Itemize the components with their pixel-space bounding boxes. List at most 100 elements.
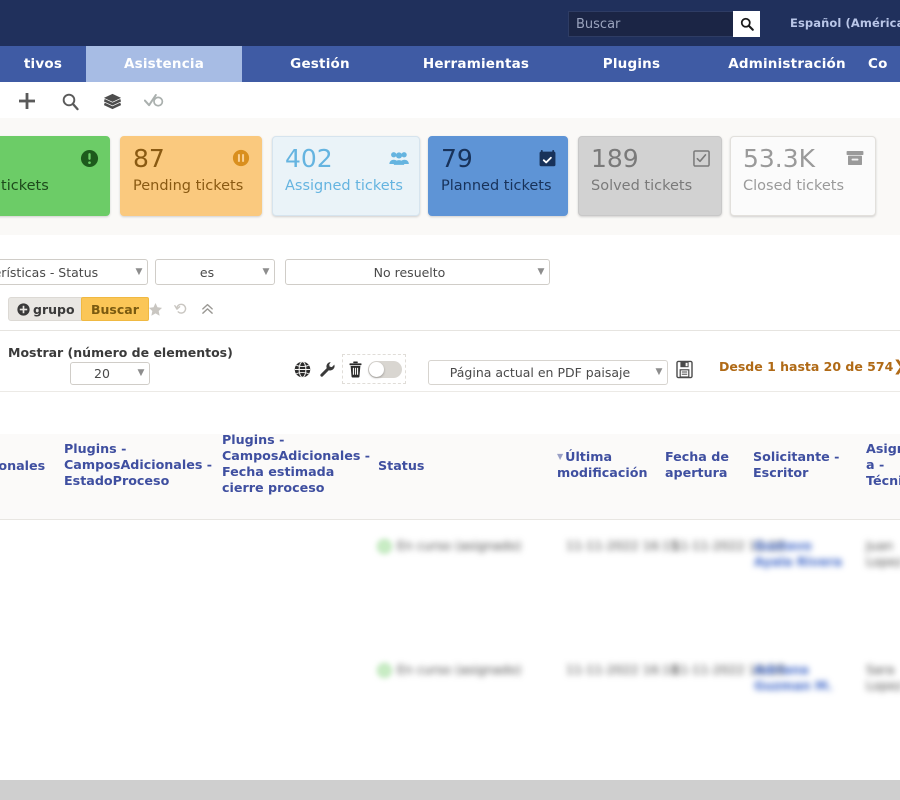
checkbox-icon	[691, 148, 711, 168]
status-indicator-icon	[377, 663, 392, 678]
kpi-label: oming tickets	[0, 178, 49, 194]
ticket-table: ionales Plugins - CamposAdicionales - Es…	[0, 391, 900, 781]
cell-requester[interactable]: Adriana Guzman M.	[754, 662, 846, 694]
nav-item-label: Gestión	[290, 56, 350, 72]
column-header-status[interactable]: Status	[378, 458, 442, 474]
top-bar: Español (América	[0, 0, 900, 46]
column-header-label: Última modificación	[557, 449, 648, 480]
page-size-select[interactable]: 20 ▼	[70, 362, 150, 385]
column-header-label: Fecha de apertura	[665, 449, 729, 480]
nav-item-label: Co	[868, 56, 888, 72]
search-submit-filter-button[interactable]: Buscar	[81, 297, 149, 321]
globe-icon[interactable]	[292, 358, 312, 380]
collapse-chevrons-icon[interactable]	[198, 299, 216, 319]
chevron-down-icon: ▼	[135, 266, 143, 277]
users-icon	[389, 148, 409, 168]
kpi-card-incoming[interactable]: oming tickets	[0, 136, 110, 216]
calendar-check-icon	[537, 148, 557, 168]
language-link[interactable]: Español (América	[790, 16, 900, 30]
cell-last-modified: 11-11-2022 16:18	[566, 662, 679, 677]
cell-requester[interactable]: Gustavo Ayala Rivera	[754, 538, 846, 570]
search-icon[interactable]	[59, 90, 81, 112]
nav-item-activos[interactable]: tivos	[0, 46, 86, 82]
column-header-label: Asignado a - Técnico	[866, 441, 900, 488]
page-size-value: 20	[94, 366, 110, 381]
status-indicator-icon	[377, 539, 392, 554]
kpi-label: Pending tickets	[133, 178, 244, 194]
filter-operator-value: es	[199, 264, 215, 280]
kpi-card-closed[interactable]: 53.3K Closed tickets	[730, 136, 876, 216]
horizontal-scrollbar[interactable]	[0, 780, 900, 800]
pause-circle-icon	[231, 148, 251, 168]
global-search	[568, 11, 760, 37]
table-row[interactable]: En curso (asignado) 11-11-2022 16:15 11-…	[0, 519, 900, 643]
nav-item-label: tivos	[23, 56, 63, 72]
cell-assignee[interactable]: Juan Lopez	[866, 538, 900, 570]
kpi-label: Solved tickets	[591, 178, 693, 194]
nav-item-configuracion[interactable]: Co	[865, 46, 900, 82]
search-icon	[740, 17, 754, 31]
add-group-button[interactable]: grupo	[8, 297, 84, 321]
cell-assignee[interactable]: Sara Lopez	[866, 662, 900, 694]
kpi-label: Assigned tickets	[285, 178, 403, 194]
filter-field-select[interactable]: cterísticas - Status ▼	[0, 259, 148, 285]
show-deleted-toggle[interactable]	[368, 360, 402, 378]
kpi-count: 87	[133, 144, 165, 173]
sort-descending-icon: ▼	[557, 452, 564, 461]
filter-field-value: cterísticas - Status	[0, 264, 99, 280]
toggle-knob	[369, 361, 384, 377]
chevron-down-icon: ▼	[262, 266, 270, 277]
column-header-fecha-apertura[interactable]: Fecha de apertura	[665, 449, 745, 481]
filter-criteria-select[interactable]: No resuelto ▼	[285, 259, 550, 285]
column-header-adicionales[interactable]: ionales	[0, 458, 54, 474]
kpi-count: 402	[285, 144, 333, 173]
export-format-value: Página actual en PDF paisaje	[449, 365, 631, 380]
search-submit-button[interactable]	[733, 11, 760, 37]
exclamation-circle-icon	[79, 148, 99, 168]
column-header-fecha-estimada-cierre[interactable]: Plugins - CamposAdicionales - Fecha esti…	[222, 432, 372, 496]
kpi-label: Planned tickets	[441, 178, 552, 194]
add-icon[interactable]	[16, 90, 38, 112]
nav-item-plugins[interactable]: Plugins	[554, 46, 709, 82]
reset-icon[interactable]	[172, 299, 190, 319]
plus-circle-icon	[17, 302, 30, 316]
pagination-range: Desde 1 hasta 20 de 574	[719, 359, 894, 374]
kpi-card-solved[interactable]: 189 Solved tickets	[578, 136, 722, 216]
filter-criteria-value: No resuelto	[373, 264, 446, 280]
deleted-items-toggle-group	[342, 354, 406, 384]
floppy-save-icon[interactable]	[676, 360, 693, 379]
trash-icon[interactable]	[346, 359, 365, 379]
search-input[interactable]	[568, 11, 733, 37]
validation-check-icon[interactable]	[143, 90, 165, 112]
kpi-label: Closed tickets	[743, 178, 845, 194]
action-toolbar	[0, 82, 900, 118]
column-header-solicitante-escritor[interactable]: Solicitante - Escritor	[753, 449, 851, 481]
kpi-card-planned[interactable]: 79 Planned tickets	[428, 136, 568, 216]
cell-last-modified: 11-11-2022 16:15	[566, 538, 679, 553]
add-group-label: grupo	[33, 301, 75, 317]
main-navigation: tivos Asistencia Gestión Herramientas Pl…	[0, 46, 900, 82]
column-header-asignado-tecnico[interactable]: Asignado a - Técnico	[866, 441, 900, 489]
kpi-card-assigned[interactable]: 402 Assigned tickets	[272, 136, 420, 216]
column-header-ultima-modificacion[interactable]: ▼ Última modificación	[557, 449, 657, 481]
nav-item-administracion[interactable]: Administración	[709, 46, 865, 82]
nav-item-gestion[interactable]: Gestión	[242, 46, 398, 82]
nav-item-asistencia[interactable]: Asistencia	[86, 46, 242, 82]
table-row[interactable]: En curso (asignado) 11-11-2022 16:18 11-…	[0, 643, 900, 767]
column-header-estado-proceso[interactable]: Plugins - CamposAdicionales - EstadoProc…	[64, 441, 214, 489]
cell-status: En curso (asignado)	[397, 538, 522, 553]
layers-icon[interactable]	[101, 90, 123, 112]
next-page-button[interactable]: ❯	[893, 357, 900, 375]
nav-item-label: Asistencia	[123, 56, 205, 72]
nav-item-herramientas[interactable]: Herramientas	[398, 46, 554, 82]
filter-operator-select[interactable]: es ▼	[155, 259, 275, 285]
chevron-down-icon: ▼	[137, 368, 145, 378]
kpi-card-pending[interactable]: 87 Pending tickets	[120, 136, 262, 216]
chevron-down-icon: ▼	[537, 266, 545, 277]
kpi-count: 189	[591, 144, 639, 173]
export-format-select[interactable]: Página actual en PDF paisaje ▼	[428, 360, 668, 385]
nav-item-label: Herramientas	[422, 56, 530, 72]
wrench-icon[interactable]	[317, 358, 337, 380]
column-header-label: Plugins - CamposAdicionales - EstadoProc…	[64, 441, 213, 488]
bookmark-star-icon[interactable]	[146, 299, 164, 319]
